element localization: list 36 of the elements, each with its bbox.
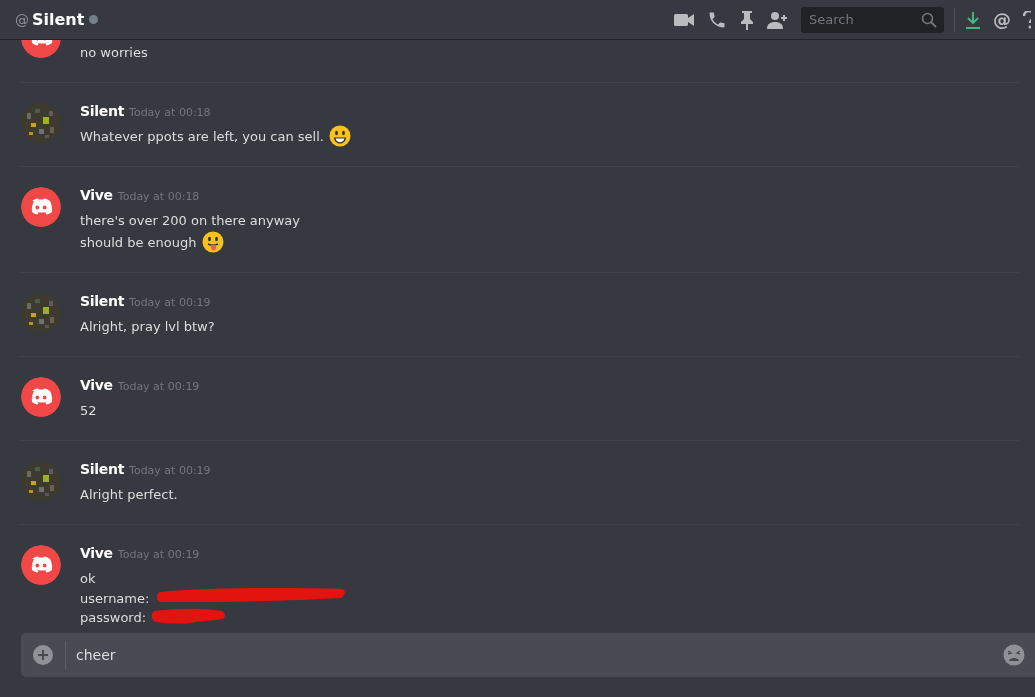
search-icon xyxy=(921,11,937,28)
message-text: Alright perfect. xyxy=(80,486,178,502)
download-icon[interactable] xyxy=(965,10,981,29)
message-field[interactable]: cheer xyxy=(21,633,1035,677)
author-name[interactable]: Vive xyxy=(80,545,113,561)
author-name[interactable]: Silent xyxy=(80,461,125,477)
search-field[interactable]: Search xyxy=(801,6,944,33)
emoji-picker-icon[interactable] xyxy=(1003,644,1025,666)
timestamp: Today at 00:19 xyxy=(129,296,211,309)
message-text: no worries xyxy=(80,44,148,60)
author-name[interactable]: Silent xyxy=(80,103,125,119)
author-name[interactable]: Vive xyxy=(80,377,113,393)
timestamp: Today at 00:18 xyxy=(129,106,211,119)
message-text: password: xyxy=(80,610,147,625)
author-name[interactable]: Silent xyxy=(80,293,125,309)
search-input[interactable]: Search xyxy=(807,11,921,28)
message-text: Alright, pray lvl btw? xyxy=(80,318,215,334)
mentions-button[interactable]: @ xyxy=(993,9,1011,30)
pin-icon[interactable] xyxy=(740,9,754,30)
at-sign: @ xyxy=(15,11,29,28)
message-text: should be enough xyxy=(80,234,197,250)
timestamp: Today at 00:19 xyxy=(117,548,200,561)
add-user-icon[interactable] xyxy=(767,10,789,29)
message-text: there's over 200 on there anyway xyxy=(80,212,300,228)
add-icon[interactable] xyxy=(33,645,53,665)
timestamp: Today at 00:19 xyxy=(117,380,200,393)
timestamp: Today at 00:19 xyxy=(129,464,211,477)
timestamp: Today at 00:18 xyxy=(117,190,200,203)
message-input[interactable]: cheer xyxy=(66,646,1003,664)
message-text: 52 xyxy=(80,402,97,418)
message-text: username: xyxy=(80,591,150,606)
video-camera-icon[interactable] xyxy=(674,12,694,27)
message-text: ok xyxy=(80,570,96,586)
channel-title: Silent xyxy=(32,10,85,29)
author-name[interactable]: Vive xyxy=(80,187,113,203)
message-text: Whatever ppots are left, you can sell. xyxy=(80,128,324,144)
